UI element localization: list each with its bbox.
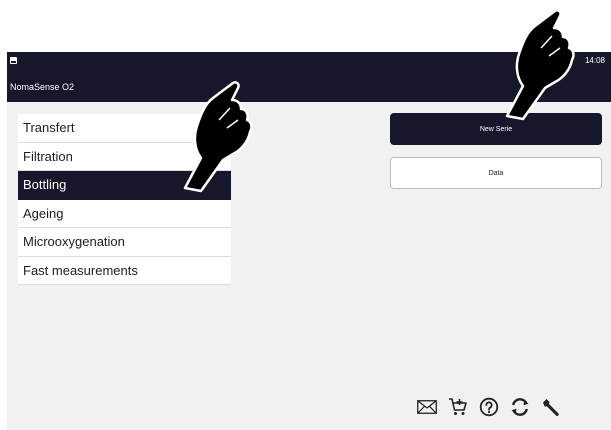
pointing-hand-icon [183,81,253,193]
app-title: NomaSense O2 [10,82,75,92]
bottom-toolbar [412,392,567,422]
menu-item-microoxygenation[interactable]: Microoxygenation [18,228,231,257]
sync-icon[interactable] [505,392,535,422]
data-button[interactable]: Data [390,157,602,189]
menu-item-fast-measurements[interactable]: Fast measurements [18,256,231,285]
cart-add-icon[interactable] [443,392,473,422]
pointing-hand-icon [505,9,575,121]
mail-icon[interactable] [412,392,442,422]
menu-item-ageing[interactable]: Ageing [18,199,231,228]
help-icon[interactable] [474,392,504,422]
wrench-icon[interactable] [536,392,566,422]
notification-image-icon [10,57,17,64]
